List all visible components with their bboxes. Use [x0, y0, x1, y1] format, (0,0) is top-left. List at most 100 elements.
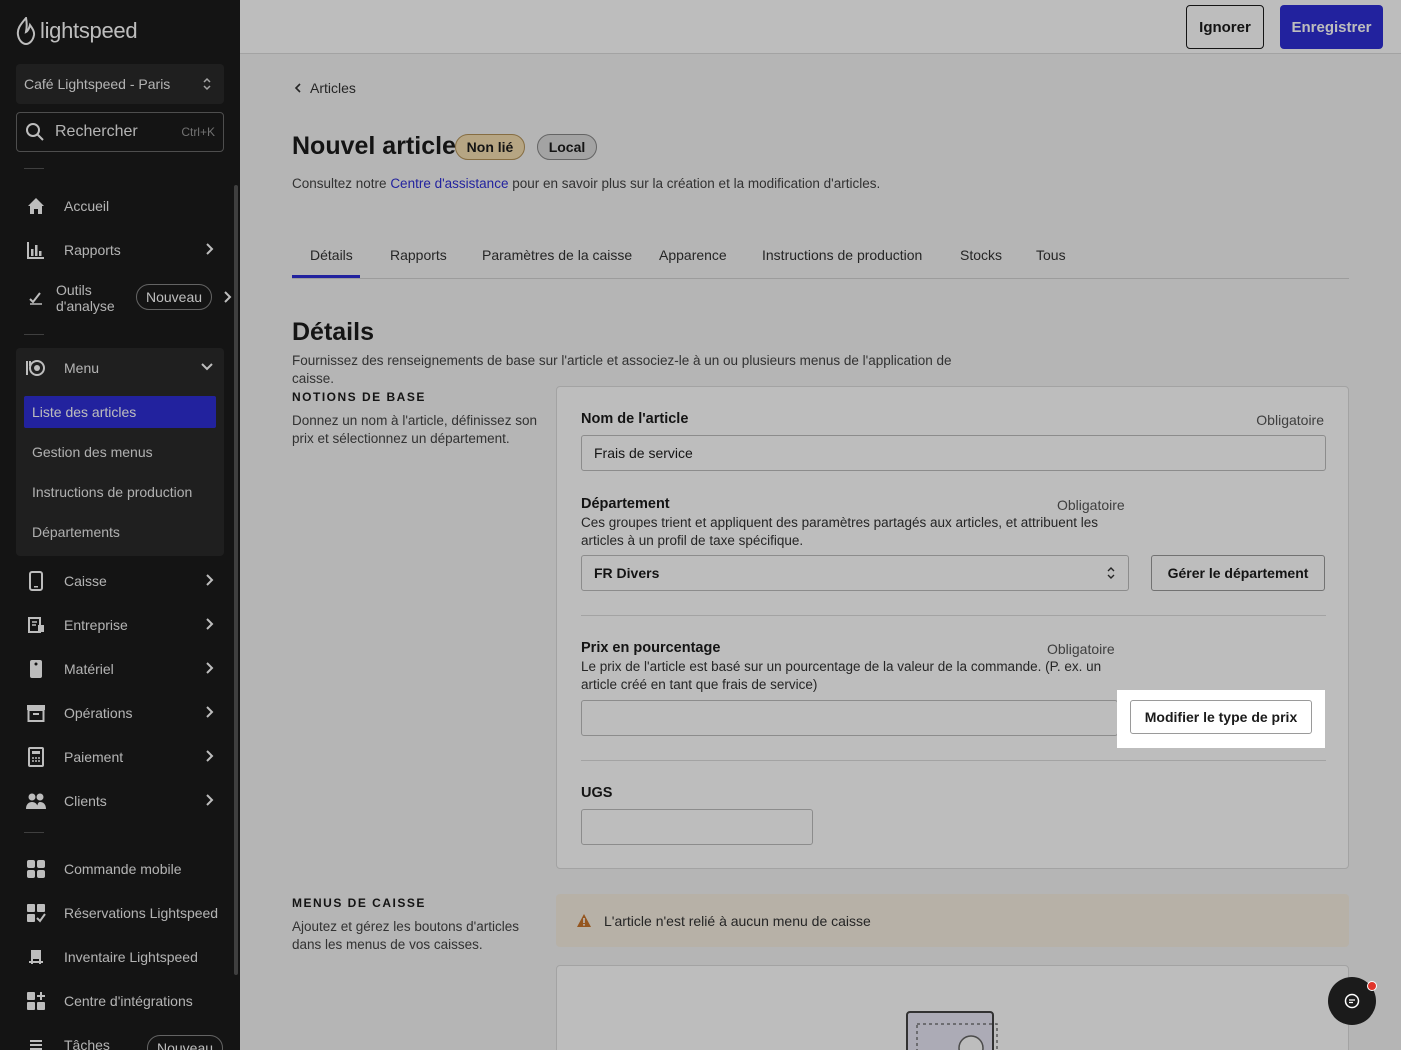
- nav-label: Paiement: [64, 749, 124, 765]
- business-icon: [24, 613, 48, 637]
- sidebar: lightspeed Café Lightspeed - Paris Reche…: [0, 0, 240, 1050]
- nav-item-commande-mobile[interactable]: Commande mobile: [16, 849, 224, 889]
- payment-icon: [24, 745, 48, 769]
- clients-icon: [24, 789, 48, 813]
- nav-item-caisse[interactable]: Caisse: [16, 561, 224, 601]
- status-badge-local: Local: [537, 134, 597, 160]
- nav-item-inventaire[interactable]: Inventaire Lightspeed: [16, 937, 224, 977]
- department-select[interactable]: FR Divers: [581, 555, 1129, 591]
- home-icon: [24, 194, 48, 218]
- chevron-left-icon: [294, 83, 301, 93]
- sub-item-liste-articles[interactable]: Liste des articles: [24, 396, 216, 428]
- bar-chart-icon: [24, 238, 48, 262]
- nav-item-materiel[interactable]: Matériel: [16, 649, 224, 689]
- sub-item-instructions-production[interactable]: Instructions de production: [24, 476, 216, 508]
- chat-icon: [1344, 993, 1360, 1009]
- top-bar: Ignorer Enregistrer: [240, 0, 1401, 54]
- manage-department-button[interactable]: Gérer le département: [1151, 555, 1325, 591]
- menu-group: Menu Liste des articles Gestion des menu…: [16, 348, 224, 556]
- updown-chevron-icon: [203, 77, 211, 91]
- divider: [24, 168, 44, 169]
- basics-description: Donnez un nom à l'article, définissez so…: [292, 413, 537, 446]
- search-shortcut: Ctrl+K: [181, 125, 215, 139]
- percentage-price-input[interactable]: [581, 700, 1118, 736]
- nav-label: Réservations Lightspeed: [64, 905, 219, 921]
- nav-item-clients[interactable]: Clients: [16, 781, 224, 821]
- nav-item-menu[interactable]: Menu: [16, 348, 224, 388]
- pos-menus-label: MENUS DE CAISSE: [292, 896, 426, 910]
- sub-item-gestion-menus[interactable]: Gestion des menus: [24, 436, 216, 468]
- warning-icon: [577, 914, 591, 927]
- nav-item-outils-analyse[interactable]: Outils d'analyse Nouveau: [16, 278, 232, 318]
- nav-item-paiement[interactable]: Paiement: [16, 737, 224, 777]
- tab-parametres-caisse[interactable]: Paramètres de la caisse: [482, 247, 632, 263]
- active-tab-indicator: [292, 275, 360, 278]
- chevron-right-icon: [206, 618, 214, 630]
- nav-label: Matériel: [64, 661, 114, 677]
- menu-icon: [24, 356, 48, 380]
- nav-item-reservations[interactable]: Réservations Lightspeed: [16, 893, 224, 933]
- department-value: FR Divers: [594, 565, 660, 581]
- divider: [24, 832, 44, 833]
- nav-label-line2: d'analyse: [56, 298, 115, 314]
- section-description: Fournissez des renseignements de base su…: [292, 353, 952, 386]
- search-button[interactable]: Rechercher Ctrl+K: [16, 112, 224, 152]
- save-button[interactable]: Enregistrer: [1280, 5, 1383, 49]
- flame-icon: [16, 17, 36, 45]
- tab-tous[interactable]: Tous: [1036, 247, 1066, 263]
- item-name-required: Obligatoire: [1256, 412, 1324, 428]
- divider: [24, 334, 44, 335]
- nav-item-operations[interactable]: Opérations: [16, 693, 224, 733]
- help-suffix: pour en savoir plus sur la création et l…: [508, 176, 881, 191]
- nav-item-rapports[interactable]: Rapports: [16, 230, 224, 270]
- analytics-icon: [24, 286, 48, 310]
- tab-apparence[interactable]: Apparence: [659, 247, 727, 263]
- nav-item-integrations[interactable]: Centre d'intégrations: [16, 981, 224, 1021]
- chevron-right-icon: [206, 706, 214, 718]
- nav-item-taches[interactable]: Tâches Nouveau: [16, 1025, 224, 1050]
- basics-label: NOTIONS DE BASE: [292, 390, 426, 404]
- nav-label: Tâches: [64, 1037, 110, 1050]
- divider: [581, 760, 1326, 761]
- section-title-details: Détails: [292, 318, 374, 346]
- inventory-icon: [24, 945, 48, 969]
- new-badge: Nouveau: [147, 1035, 224, 1050]
- warning-text: L'article n'est relié à aucun menu de ca…: [604, 912, 871, 929]
- tab-details[interactable]: Détails: [310, 247, 353, 263]
- notification-dot: [1367, 981, 1377, 991]
- ignore-button[interactable]: Ignorer: [1186, 5, 1264, 49]
- nav-label: Caisse: [64, 573, 107, 589]
- nav-label: Inventaire Lightspeed: [64, 949, 198, 965]
- sidebar-scrollbar[interactable]: [234, 185, 238, 975]
- help-text: Consultez notre Centre d'assistance pour…: [292, 176, 880, 191]
- nav-label: Menu: [64, 360, 100, 376]
- grid-icon: [24, 857, 48, 881]
- archive-icon: [24, 701, 48, 725]
- breadcrumb[interactable]: Articles: [294, 80, 356, 96]
- search-label: Rechercher: [55, 123, 138, 140]
- department-hint: Ces groupes trient et appliquent des par…: [581, 515, 1099, 548]
- lightspeed-logo[interactable]: lightspeed: [16, 16, 138, 46]
- tab-rapports[interactable]: Rapports: [390, 247, 447, 263]
- help-center-link[interactable]: Centre d'assistance: [390, 176, 508, 191]
- breadcrumb-articles[interactable]: Articles: [310, 80, 356, 96]
- item-name-input[interactable]: Frais de service: [581, 435, 1326, 471]
- store-selector[interactable]: Café Lightspeed - Paris: [16, 64, 224, 104]
- nav-item-accueil[interactable]: Accueil: [16, 186, 224, 226]
- sku-input[interactable]: [581, 809, 813, 845]
- store-name: Café Lightspeed - Paris: [24, 76, 171, 92]
- page-title: Nouvel article: [292, 132, 456, 160]
- basics-card: Nom de l'article Obligatoire Frais de se…: [556, 386, 1349, 869]
- tab-stocks[interactable]: Stocks: [960, 247, 1002, 263]
- chevron-right-icon: [224, 291, 232, 303]
- nav-item-entreprise[interactable]: Entreprise: [16, 605, 224, 645]
- chevron-right-icon: [206, 243, 214, 255]
- percentage-price-required: Obligatoire: [1047, 641, 1115, 657]
- tab-instructions-production[interactable]: Instructions de production: [762, 247, 922, 263]
- nav-label: Clients: [64, 793, 107, 809]
- new-badge: Nouveau: [136, 284, 213, 310]
- change-price-type-button[interactable]: Modifier le type de prix: [1130, 700, 1312, 734]
- nav-label: Entreprise: [64, 617, 128, 633]
- highlight-spotlight: Modifier le type de prix: [1117, 690, 1325, 748]
- sub-item-departements[interactable]: Départements: [24, 516, 216, 548]
